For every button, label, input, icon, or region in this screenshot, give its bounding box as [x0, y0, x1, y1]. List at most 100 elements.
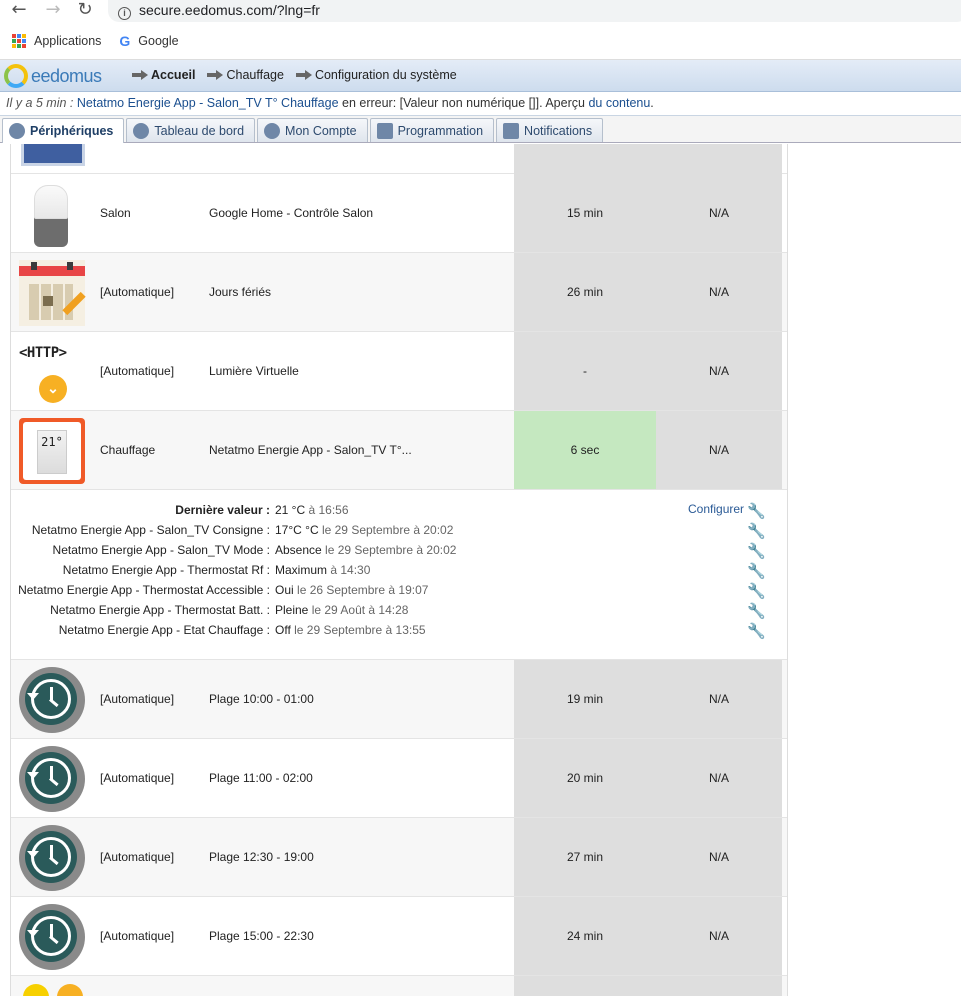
- table-row[interactable]: 21° Chauffage Netatmo Energie App - Salo…: [11, 411, 787, 490]
- detail-value: 21 °C: [275, 503, 306, 517]
- room-label: [Automatique]: [100, 364, 175, 378]
- table-row[interactable]: [Automatique] Plage 10:00 - 01:00 19 min…: [11, 660, 787, 739]
- user-icon: [264, 122, 281, 139]
- time-cell: -: [514, 332, 656, 410]
- value-cell: N/A: [656, 411, 782, 489]
- thermostat-display: 21°: [37, 430, 67, 474]
- tab-peripheriques[interactable]: Périphériques: [2, 118, 125, 143]
- wrench-icon[interactable]: 🔧: [747, 502, 766, 520]
- bookmarks-bar: Applications G Google: [12, 31, 197, 51]
- table-row[interactable]: [11, 976, 787, 996]
- detail-date: à 16:56: [305, 503, 349, 517]
- preview-link[interactable]: du contenu: [588, 96, 650, 110]
- detail-value: Absence: [275, 543, 322, 557]
- value-cell: N/A: [656, 739, 782, 817]
- bookmark-label: Google: [138, 34, 179, 48]
- device-name[interactable]: Lumière Virtuelle: [209, 332, 299, 411]
- table-row[interactable]: <HTTP> ⌄ [Automatique] Lumière Virtuelle …: [11, 332, 787, 411]
- detail-key: Netatmo Energie App - Thermostat Rf :: [62, 563, 270, 577]
- table-row[interactable]: Salon Google Home - Contrôle Salon 15 mi…: [11, 174, 787, 253]
- device-name[interactable]: Google Home - Contrôle Salon: [209, 174, 373, 253]
- tab-notifications[interactable]: Notifications: [496, 118, 604, 142]
- info-icon[interactable]: i: [118, 7, 131, 20]
- device-name[interactable]: Plage 10:00 - 01:00: [209, 660, 314, 739]
- detail-value-wrap: Pleine le 29 Août à 14:28: [275, 600, 408, 620]
- table-row[interactable]: [Automatique] Plage 12:30 - 19:00 27 min…: [11, 818, 787, 897]
- value-cell: N/A: [656, 897, 782, 975]
- wrench-icon[interactable]: 🔧: [747, 602, 766, 620]
- detail-key: Netatmo Energie App - Salon_TV Mode :: [52, 543, 270, 557]
- warning-icon: [57, 984, 83, 996]
- bookmark-applications[interactable]: Applications: [12, 34, 101, 48]
- detail-line: Dernière valeur : 21 °C à 16:56: [11, 500, 711, 520]
- device-name[interactable]: Netatmo Energie App - Salon_TV T°...: [209, 411, 412, 490]
- wrench-icon[interactable]: 🔧: [747, 542, 766, 560]
- tab-programmation[interactable]: Programmation: [369, 118, 495, 142]
- value-cell: N/A: [656, 660, 782, 738]
- detail-value-wrap: 17°C °C le 29 Septembre à 20:02: [275, 520, 453, 540]
- detail-line: Netatmo Energie App - Thermostat Batt. :…: [11, 600, 711, 620]
- detail-date: le 29 Août à 14:28: [308, 603, 409, 617]
- value-cell: N/A: [656, 174, 782, 252]
- thermostat-icon: 21°: [19, 418, 85, 484]
- time-cell: 19 min: [514, 660, 656, 738]
- wrench-icon[interactable]: 🔧: [747, 582, 766, 600]
- time-cell: 26 min: [514, 253, 656, 331]
- detail-value-wrap: Maximum à 14:30: [275, 560, 370, 580]
- wrench-icon[interactable]: 🔧: [747, 562, 766, 580]
- calendar-icon: [19, 260, 86, 326]
- tab-tableau-de-bord[interactable]: Tableau de bord: [126, 118, 256, 142]
- error-device-link[interactable]: Netatmo Energie App - Salon_TV T° Chauff…: [77, 96, 339, 110]
- logo-ring-icon: [4, 64, 28, 88]
- tab-mon-compte[interactable]: Mon Compte: [257, 118, 368, 142]
- device-details: Configurer Dernière valeur :21 °C à 16:5…: [11, 490, 787, 660]
- eedomus-logo[interactable]: eedomus: [4, 64, 102, 88]
- crumb-accueil[interactable]: Accueil: [132, 68, 195, 82]
- clock-icon: [19, 825, 85, 891]
- logo-text: eedomus: [31, 65, 102, 86]
- detail-line: Netatmo Energie App - Thermostat Accessi…: [11, 580, 711, 600]
- devices-table: Salon Google Home - Contrôle Salon 15 mi…: [10, 144, 788, 996]
- dashboard-icon: [133, 122, 150, 139]
- window-device-icon: [21, 144, 85, 166]
- detail-value: Maximum: [275, 563, 328, 577]
- crumb-configuration[interactable]: Configuration du système: [295, 68, 457, 82]
- wrench-icon[interactable]: 🔧: [747, 622, 766, 640]
- detail-line: Netatmo Energie App - Salon_TV Consigne …: [11, 520, 711, 540]
- room-label: Chauffage: [100, 443, 156, 457]
- bookmark-google[interactable]: G Google: [119, 33, 178, 49]
- address-bar[interactable]: i secure.eedomus.com/?lng=fr: [108, 0, 961, 22]
- detail-key: Netatmo Energie App - Thermostat Batt. :: [50, 603, 270, 617]
- table-row[interactable]: [11, 144, 787, 174]
- detail-date: le 29 Septembre à 20:02: [321, 543, 457, 557]
- wrench-icon[interactable]: 🔧: [747, 522, 766, 540]
- detail-key: Dernière valeur :: [175, 503, 270, 517]
- reload-icon[interactable]: ↻: [74, 0, 96, 22]
- table-row[interactable]: [Automatique] Plage 15:00 - 22:30 24 min…: [11, 897, 787, 976]
- device-name[interactable]: Jours fériés: [209, 253, 271, 332]
- value-cell: [656, 976, 782, 996]
- room-label: [Automatique]: [100, 771, 175, 785]
- time-cell: 24 min: [514, 897, 656, 975]
- error-text: en erreur: [Valeur non numérique []]. Ap…: [338, 96, 589, 110]
- forward-arrow-icon[interactable]: →: [42, 0, 64, 22]
- detail-value-wrap: Oui le 26 Septembre à 19:07: [275, 580, 428, 600]
- device-name[interactable]: Plage 11:00 - 02:00: [209, 739, 313, 818]
- crumb-chauffage[interactable]: Chauffage: [207, 68, 284, 82]
- error-time: Il y a 5 min :: [6, 96, 74, 110]
- detail-line: Netatmo Energie App - Salon_TV Mode : Abs…: [11, 540, 711, 560]
- back-arrow-icon[interactable]: ←: [8, 0, 30, 22]
- device-name[interactable]: Plage 15:00 - 22:30: [209, 897, 314, 976]
- value-cell: N/A: [656, 253, 782, 331]
- detail-line: Netatmo Energie App - Etat Chauffage : Of…: [11, 620, 711, 640]
- tab-label: Tableau de bord: [154, 123, 245, 138]
- room-label: [Automatique]: [100, 692, 175, 706]
- time-cell: 27 min: [514, 818, 656, 896]
- table-row[interactable]: [Automatique] Plage 11:00 - 02:00 20 min…: [11, 739, 787, 818]
- main-tabs: Périphériques Tableau de bord Mon Compte…: [0, 116, 961, 143]
- table-row[interactable]: [Automatique] Jours fériés 26 min N/A: [11, 253, 787, 332]
- time-cell: 15 min: [514, 174, 656, 252]
- sun-icon: [23, 984, 49, 996]
- wand-icon: [376, 122, 393, 139]
- device-name[interactable]: Plage 12:30 - 19:00: [209, 818, 314, 897]
